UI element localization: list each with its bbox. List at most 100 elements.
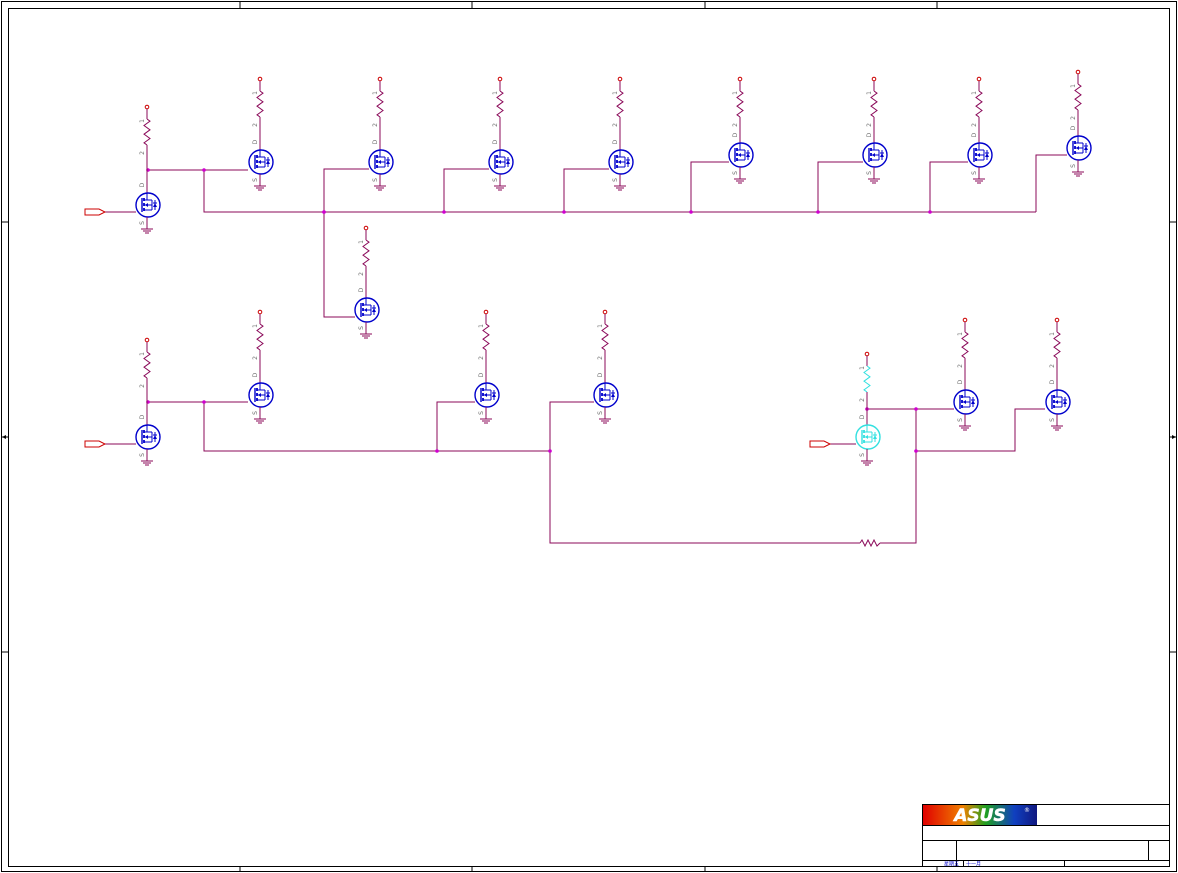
junction-dot <box>816 210 820 214</box>
svg-text:2: 2 <box>1070 116 1077 120</box>
mosfet-stage: 1 2 D S <box>593 309 619 424</box>
svg-text:1: 1 <box>139 119 146 123</box>
svg-text:2: 2 <box>1049 364 1056 368</box>
svg-text:D: D <box>732 132 739 137</box>
svg-text:1: 1 <box>492 91 499 95</box>
svg-text:S: S <box>139 221 146 225</box>
svg-text:D: D <box>139 414 146 419</box>
wire <box>1035 154 1067 212</box>
power-pin <box>377 76 383 82</box>
svg-text:1: 1 <box>252 91 259 95</box>
junction-dot <box>914 449 918 453</box>
wire <box>915 408 1045 452</box>
svg-text:2: 2 <box>372 123 379 127</box>
svg-text:2: 2 <box>139 151 146 155</box>
svg-text:S: S <box>957 418 964 422</box>
power-pin <box>602 309 608 315</box>
frame-arrows <box>2 435 1176 439</box>
power-pin <box>1075 69 1081 75</box>
svg-text:1: 1 <box>732 91 739 95</box>
svg-text:S: S <box>612 178 619 182</box>
svg-text:D: D <box>971 132 978 137</box>
svg-text:D: D <box>492 139 499 144</box>
svg-text:D: D <box>957 379 964 384</box>
svg-text:2: 2 <box>732 123 739 127</box>
svg-text:1: 1 <box>597 324 604 328</box>
power-pin <box>976 76 982 82</box>
svg-text:2: 2 <box>612 123 619 127</box>
asus-logo: ASUS ® <box>923 805 1037 826</box>
svg-text:D: D <box>859 414 866 419</box>
wire <box>549 451 860 544</box>
wire <box>880 451 917 544</box>
power-pin <box>483 309 489 315</box>
junction-dot <box>928 210 932 214</box>
junction-dot <box>548 449 552 453</box>
svg-text:2: 2 <box>252 356 259 360</box>
svg-text:D: D <box>139 182 146 187</box>
net-wires <box>105 154 1067 544</box>
svg-text:2: 2 <box>358 272 365 276</box>
svg-text:S: S <box>358 326 365 330</box>
svg-text:1: 1 <box>1049 332 1056 336</box>
mosfet-stage: 1 2 D S <box>354 225 380 339</box>
wire <box>323 212 355 318</box>
svg-text:1: 1 <box>1070 84 1077 88</box>
svg-text:D: D <box>478 372 485 377</box>
svg-text:1: 1 <box>478 324 485 328</box>
svg-text:1: 1 <box>866 91 873 95</box>
junction-dot <box>202 400 206 404</box>
wire <box>443 168 489 212</box>
mosfet-stage: 1 2 D S <box>1045 317 1071 431</box>
input-port <box>84 440 107 448</box>
title-block: ASUS ® 星期五 十一月 <box>922 804 1170 868</box>
components: 1 2 D S 1 2 D S 1 2 D S 1 2 D S 1 2 D S 1 2 D S 1 2 D S 1 2 D S 1 2 D S 1 2 D S… <box>84 69 1092 548</box>
junction-dot <box>202 168 206 172</box>
asus-logo-text: ASUS <box>952 806 1005 826</box>
input-port <box>809 440 832 448</box>
svg-text:1: 1 <box>139 352 146 356</box>
svg-text:2: 2 <box>597 356 604 360</box>
power-pin <box>737 76 743 82</box>
svg-text:1: 1 <box>859 366 866 370</box>
svg-text:2: 2 <box>478 356 485 360</box>
mosfet-stage: 1 2 D S <box>1066 69 1092 177</box>
wire <box>563 168 609 212</box>
mosfet-stage: 1 2 D S <box>608 76 634 191</box>
svg-text:1: 1 <box>957 332 964 336</box>
junction-dot <box>914 407 918 411</box>
wire <box>929 161 968 212</box>
wire <box>323 168 369 212</box>
svg-text:2: 2 <box>252 123 259 127</box>
power-pin <box>962 317 968 323</box>
svg-text:2: 2 <box>492 123 499 127</box>
footer-month: 十一月 <box>966 861 981 868</box>
svg-text:D: D <box>612 139 619 144</box>
svg-text:1: 1 <box>372 91 379 95</box>
svg-text:S: S <box>139 453 146 457</box>
sheet-frame <box>1 1 1177 872</box>
mosfet-stage: 1 2 D S <box>862 76 888 184</box>
power-pin <box>257 76 263 82</box>
svg-text:D: D <box>866 132 873 137</box>
mosfet-stage: 1 2 D S <box>953 317 979 431</box>
power-pin <box>257 309 263 315</box>
registered-mark: ® <box>1024 807 1030 814</box>
svg-text:2: 2 <box>866 123 873 127</box>
svg-text:S: S <box>252 411 259 415</box>
svg-text:2: 2 <box>971 123 978 127</box>
junction-dot <box>689 210 693 214</box>
svg-text:2: 2 <box>957 364 964 368</box>
power-pin <box>864 351 870 357</box>
svg-text:S: S <box>859 453 866 457</box>
net-junctions <box>146 168 932 453</box>
mosfet-stage: 1 2 D S <box>248 309 274 424</box>
svg-text:S: S <box>1049 418 1056 422</box>
junction-dot <box>562 210 566 214</box>
input-port <box>84 208 107 216</box>
svg-text:D: D <box>597 372 604 377</box>
junction-dot <box>442 210 446 214</box>
svg-text:2: 2 <box>859 398 866 402</box>
svg-text:D: D <box>1070 125 1077 130</box>
mosfet-stage: 1 2 D S <box>967 76 993 184</box>
